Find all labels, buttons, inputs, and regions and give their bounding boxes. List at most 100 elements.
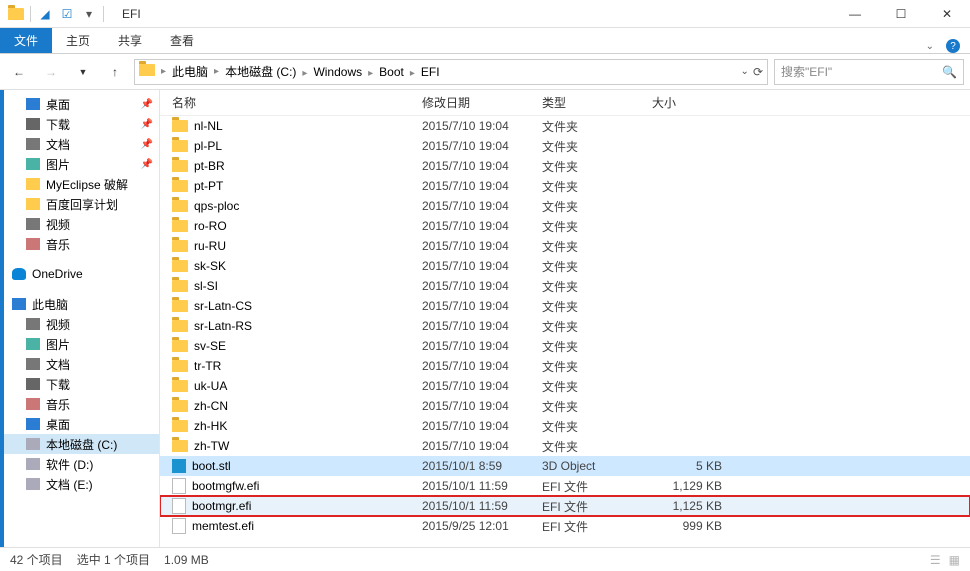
body: 桌面📌下载📌文档📌图片📌MyEclipse 破解百度回享计划视频音乐 OneDr…: [0, 90, 970, 547]
table-row[interactable]: zh-CN 2015/7/10 19:04 文件夹: [160, 396, 970, 416]
tiles-view-icon[interactable]: ▦: [949, 553, 960, 567]
crumb-root[interactable]: 此电脑: [168, 63, 212, 80]
back-button[interactable]: ←: [6, 59, 32, 85]
crumb-item[interactable]: Windows: [309, 65, 366, 79]
file-date: 2015/7/10 19:04: [422, 299, 542, 313]
search-input[interactable]: 搜索"EFI" 🔍: [774, 59, 964, 85]
table-row[interactable]: sr-Latn-RS 2015/7/10 19:04 文件夹: [160, 316, 970, 336]
help-icon[interactable]: ?: [946, 39, 960, 53]
sidebar-label: 图片: [46, 336, 70, 353]
minimize-button[interactable]: —: [832, 0, 878, 28]
table-row[interactable]: pt-PT 2015/7/10 19:04 文件夹: [160, 176, 970, 196]
sidebar-item[interactable]: 下载📌: [0, 114, 159, 134]
table-row[interactable]: memtest.efi 2015/9/25 12:01 EFI 文件 999 K…: [160, 516, 970, 536]
file-date: 2015/7/10 19:04: [422, 199, 542, 213]
chevron-right-icon[interactable]: ▸: [212, 66, 221, 77]
sidebar[interactable]: 桌面📌下载📌文档📌图片📌MyEclipse 破解百度回享计划视频音乐 OneDr…: [0, 90, 160, 547]
table-row[interactable]: pl-PL 2015/7/10 19:04 文件夹: [160, 136, 970, 156]
col-date[interactable]: 修改日期: [422, 94, 542, 111]
table-row[interactable]: sl-SI 2015/7/10 19:04 文件夹: [160, 276, 970, 296]
sidebar-label: 视频: [46, 316, 70, 333]
file-date: 2015/7/10 19:04: [422, 259, 542, 273]
forward-button[interactable]: →: [38, 59, 64, 85]
tab-share[interactable]: 共享: [104, 28, 156, 53]
table-row[interactable]: nl-NL 2015/7/10 19:04 文件夹: [160, 116, 970, 136]
folder-icon: [172, 400, 188, 412]
recent-dropdown[interactable]: ▼: [70, 59, 96, 85]
sidebar-item[interactable]: 软件 (D:): [0, 454, 159, 474]
properties-icon[interactable]: ◢: [37, 6, 53, 22]
breadcrumb[interactable]: ▸ 此电脑 ▸ 本地磁盘 (C:)▸Windows▸Boot▸EFI ⌄ ⟳: [134, 59, 768, 85]
sidebar-item[interactable]: 音乐: [0, 234, 159, 254]
up-button[interactable]: ↑: [102, 59, 128, 85]
file-type: 文件夹: [542, 118, 652, 135]
crumb-item[interactable]: EFI: [417, 65, 444, 79]
file-type: 文件夹: [542, 358, 652, 375]
sidebar-onedrive[interactable]: OneDrive: [0, 264, 159, 284]
statusbar: 42 个项目 选中 1 个项目 1.09 MB ☰ ▦: [0, 547, 970, 571]
table-row[interactable]: ru-RU 2015/7/10 19:04 文件夹: [160, 236, 970, 256]
file-list[interactable]: nl-NL 2015/7/10 19:04 文件夹 pl-PL 2015/7/1…: [160, 116, 970, 547]
maximize-button[interactable]: ☐: [878, 0, 924, 28]
sidebar-item[interactable]: 文档 (E:): [0, 474, 159, 494]
col-type[interactable]: 类型: [542, 94, 652, 111]
details-view-icon[interactable]: ☰: [930, 553, 941, 567]
sidebar-item[interactable]: 图片📌: [0, 154, 159, 174]
tab-home[interactable]: 主页: [52, 28, 104, 53]
table-row[interactable]: bootmgfw.efi 2015/10/1 11:59 EFI 文件 1,12…: [160, 476, 970, 496]
table-row[interactable]: bootmgr.efi 2015/10/1 11:59 EFI 文件 1,125…: [160, 496, 970, 516]
sidebar-this-pc[interactable]: 此电脑: [0, 294, 159, 314]
folder-icon: [172, 240, 188, 252]
table-row[interactable]: ro-RO 2015/7/10 19:04 文件夹: [160, 216, 970, 236]
sidebar-item[interactable]: 文档: [0, 354, 159, 374]
sidebar-item[interactable]: 桌面📌: [0, 94, 159, 114]
sidebar-item[interactable]: 视频: [0, 214, 159, 234]
table-row[interactable]: tr-TR 2015/7/10 19:04 文件夹: [160, 356, 970, 376]
table-row[interactable]: sv-SE 2015/7/10 19:04 文件夹: [160, 336, 970, 356]
table-row[interactable]: sk-SK 2015/7/10 19:04 文件夹: [160, 256, 970, 276]
crumb-item[interactable]: Boot: [375, 65, 408, 79]
sidebar-item[interactable]: 下载: [0, 374, 159, 394]
crumb-item[interactable]: 本地磁盘 (C:): [221, 65, 300, 79]
sidebar-item[interactable]: 音乐: [0, 394, 159, 414]
close-button[interactable]: ✕: [924, 0, 970, 28]
sidebar-icon: [26, 418, 40, 430]
file-type: 文件夹: [542, 258, 652, 275]
ribbon-tabs: 文件 主页 共享 查看 ⌄ ?: [0, 28, 970, 54]
file-name: sk-SK: [194, 259, 226, 273]
sidebar-item[interactable]: 文档📌: [0, 134, 159, 154]
folder-icon: [172, 360, 188, 372]
chevron-right-icon[interactable]: ▸: [408, 68, 417, 79]
file-icon: [172, 498, 186, 514]
table-row[interactable]: sr-Latn-CS 2015/7/10 19:04 文件夹: [160, 296, 970, 316]
sidebar-item[interactable]: 图片: [0, 334, 159, 354]
search-icon[interactable]: 🔍: [942, 65, 957, 79]
chevron-down-icon[interactable]: ⌄: [926, 41, 934, 52]
col-size[interactable]: 大小: [652, 94, 732, 111]
sidebar-item[interactable]: MyEclipse 破解: [0, 174, 159, 194]
qat-dropdown-icon[interactable]: ▾: [81, 6, 97, 22]
table-row[interactable]: zh-TW 2015/7/10 19:04 文件夹: [160, 436, 970, 456]
tab-view[interactable]: 查看: [156, 28, 208, 53]
sidebar-item[interactable]: 本地磁盘 (C:): [0, 434, 159, 454]
table-row[interactable]: qps-ploc 2015/7/10 19:04 文件夹: [160, 196, 970, 216]
file-date: 2015/7/10 19:04: [422, 139, 542, 153]
chevron-right-icon[interactable]: ▸: [366, 68, 375, 79]
col-name[interactable]: 名称: [172, 94, 422, 111]
table-row[interactable]: boot.stl 2015/10/1 8:59 3D Object 5 KB: [160, 456, 970, 476]
sidebar-item[interactable]: 视频: [0, 314, 159, 334]
chevron-right-icon[interactable]: ▸: [159, 66, 168, 77]
check-icon[interactable]: ☑: [59, 6, 75, 22]
sidebar-icon: [26, 238, 40, 250]
table-row[interactable]: pt-BR 2015/7/10 19:04 文件夹: [160, 156, 970, 176]
file-type: 文件夹: [542, 438, 652, 455]
folder-icon: [172, 220, 188, 232]
breadcrumb-dropdown-icon[interactable]: ⌄: [741, 66, 749, 77]
folder-icon: [172, 300, 188, 312]
tab-file[interactable]: 文件: [0, 28, 52, 53]
table-row[interactable]: uk-UA 2015/7/10 19:04 文件夹: [160, 376, 970, 396]
refresh-icon[interactable]: ⟳: [753, 65, 763, 79]
sidebar-item[interactable]: 百度回享计划: [0, 194, 159, 214]
table-row[interactable]: zh-HK 2015/7/10 19:04 文件夹: [160, 416, 970, 436]
sidebar-item[interactable]: 桌面: [0, 414, 159, 434]
